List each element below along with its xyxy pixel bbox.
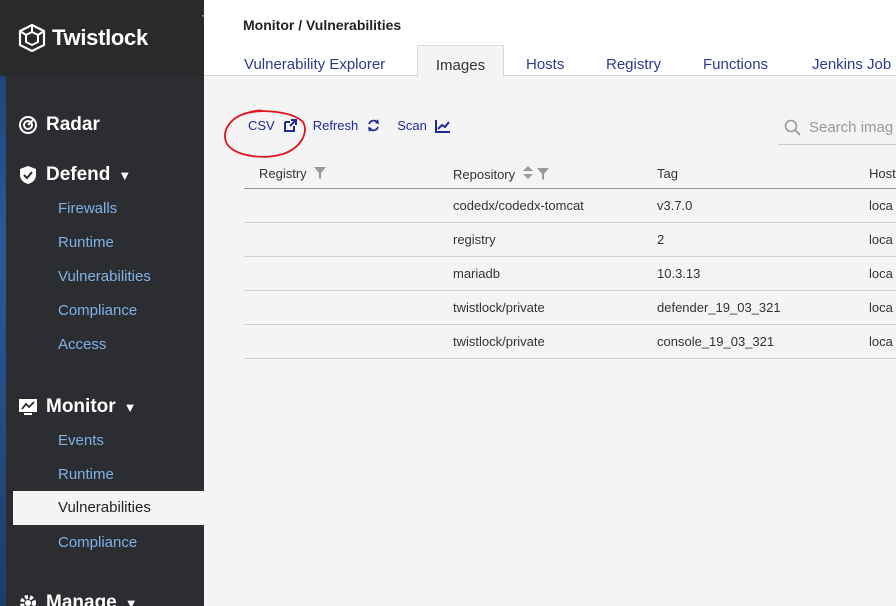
cell-registry [244,188,438,223]
twistlock-logo-icon [18,24,46,52]
cell-repository: mariadb [438,256,642,291]
annotation-circle [224,109,306,158]
column-header-label: Registry [259,166,307,182]
brand-name: Twistlock [52,25,148,50]
tab-registry[interactable]: Registry [606,45,661,76]
column-header-host[interactable]: Host [854,160,896,189]
nav-section-monitor[interactable]: Monitor ▼ [18,396,137,418]
sort-icon[interactable] [522,165,533,180]
breadcrumb: Monitor / Vulnerabilities [243,17,402,33]
refresh-icon [368,119,380,132]
column-header-label: Host [869,166,896,182]
nav-section-defend[interactable]: Defend ▼ [18,164,131,186]
sidebar-item-vulnerabilities[interactable]: Vulnerabilities [58,268,151,285]
scan-chart-icon [434,119,450,133]
cell-repository: registry [438,222,642,257]
cell-tag: console_19_03_321 [642,324,854,359]
sidebar-item-firewalls[interactable]: Firewalls [58,200,117,217]
column-header-label: Tag [657,166,678,182]
cell-host: loca [854,256,896,291]
tab-images[interactable]: Images [417,45,504,77]
table-row[interactable]: twistlock/private console_19_03_321 loca [244,324,896,359]
top-bar: Monitor / Vulnerabilities Vulnerability … [204,0,896,77]
caret-down-icon: ▼ [124,595,138,606]
table-row[interactable]: mariadb 10.3.13 loca [244,256,896,291]
search-placeholder: Search imag [809,119,894,136]
table-row[interactable]: registry 2 loca [244,222,896,257]
sidebar-item-runtime[interactable]: Runtime [58,234,114,251]
column-header-label: Repository [453,166,516,182]
column-header-repository[interactable]: Repository [438,160,642,189]
cell-tag: 2 [642,222,854,257]
cell-repository: codedx/codedx-tomcat [438,188,642,223]
cell-host: loca [854,222,896,257]
cell-registry [244,256,438,291]
cell-host: loca [854,188,896,223]
nav-section-label: Manage [46,592,117,606]
nav-section-manage[interactable]: Manage ▼ [18,592,138,606]
sidebar-item-access[interactable]: Access [58,336,106,353]
radar-icon [18,115,38,135]
sidebar-item-vulnerabilities-active[interactable]: Vulnerabilities [13,491,204,525]
sidebar-item-runtime[interactable]: Runtime [58,466,114,483]
tab-vulnerability-explorer[interactable]: Vulnerability Explorer [244,45,385,76]
caret-down-icon: ▼ [118,167,132,183]
tab-jenkins-jobs[interactable]: Jenkins Job [812,45,891,76]
table-header-row: Registry Repository Tag Host [244,160,896,189]
shield-icon [18,165,38,185]
scan-label: Scan [397,118,427,133]
table-row[interactable]: twistlock/private defender_19_03_321 loc… [244,290,896,325]
cell-tag: v3.7.0 [642,188,854,223]
search-icon [784,119,801,136]
refresh-label: Refresh [312,118,359,133]
cell-repository: twistlock/private [438,290,642,325]
monitor-icon [18,397,38,417]
tab-hosts[interactable]: Hosts [526,45,564,76]
cell-host: loca [854,290,896,325]
brand-header: Twistlock [0,0,218,76]
caret-down-icon: ▼ [123,399,137,415]
gear-icon [18,593,38,606]
scan-button[interactable]: Scan [397,118,451,133]
desktop-background-edge [0,0,6,606]
sidebar-item-events[interactable]: Events [58,432,104,449]
sidebar-item-compliance[interactable]: Compliance [58,302,137,319]
cell-tag: defender_19_03_321 [642,290,854,325]
search-input[interactable]: Search imag [778,111,896,145]
cell-registry [244,324,438,359]
column-header-registry[interactable]: Registry [244,160,438,189]
tab-bar: Vulnerability Explorer Images Hosts Regi… [204,45,896,77]
filter-icon[interactable] [537,167,550,180]
cell-registry [244,222,438,257]
cell-host: loca [854,324,896,359]
nav-section-label: Defend [46,164,111,185]
cell-repository: twistlock/private [438,324,642,359]
nav-section-label: Monitor [46,396,116,417]
column-header-tag[interactable]: Tag [642,160,854,189]
nav-section-radar[interactable]: Radar [18,114,100,136]
refresh-button[interactable]: Refresh [313,118,382,133]
cell-registry [244,290,438,325]
images-table: Registry Repository Tag Host codedx/code… [244,160,896,359]
table-row[interactable]: codedx/codedx-tomcat v3.7.0 loca [244,188,896,223]
filter-icon[interactable] [314,167,327,180]
cell-tag: 10.3.13 [642,256,854,291]
sidebar-item-compliance[interactable]: Compliance [58,534,137,551]
tab-functions[interactable]: Functions [703,45,768,76]
nav-section-label: Radar [46,114,100,135]
